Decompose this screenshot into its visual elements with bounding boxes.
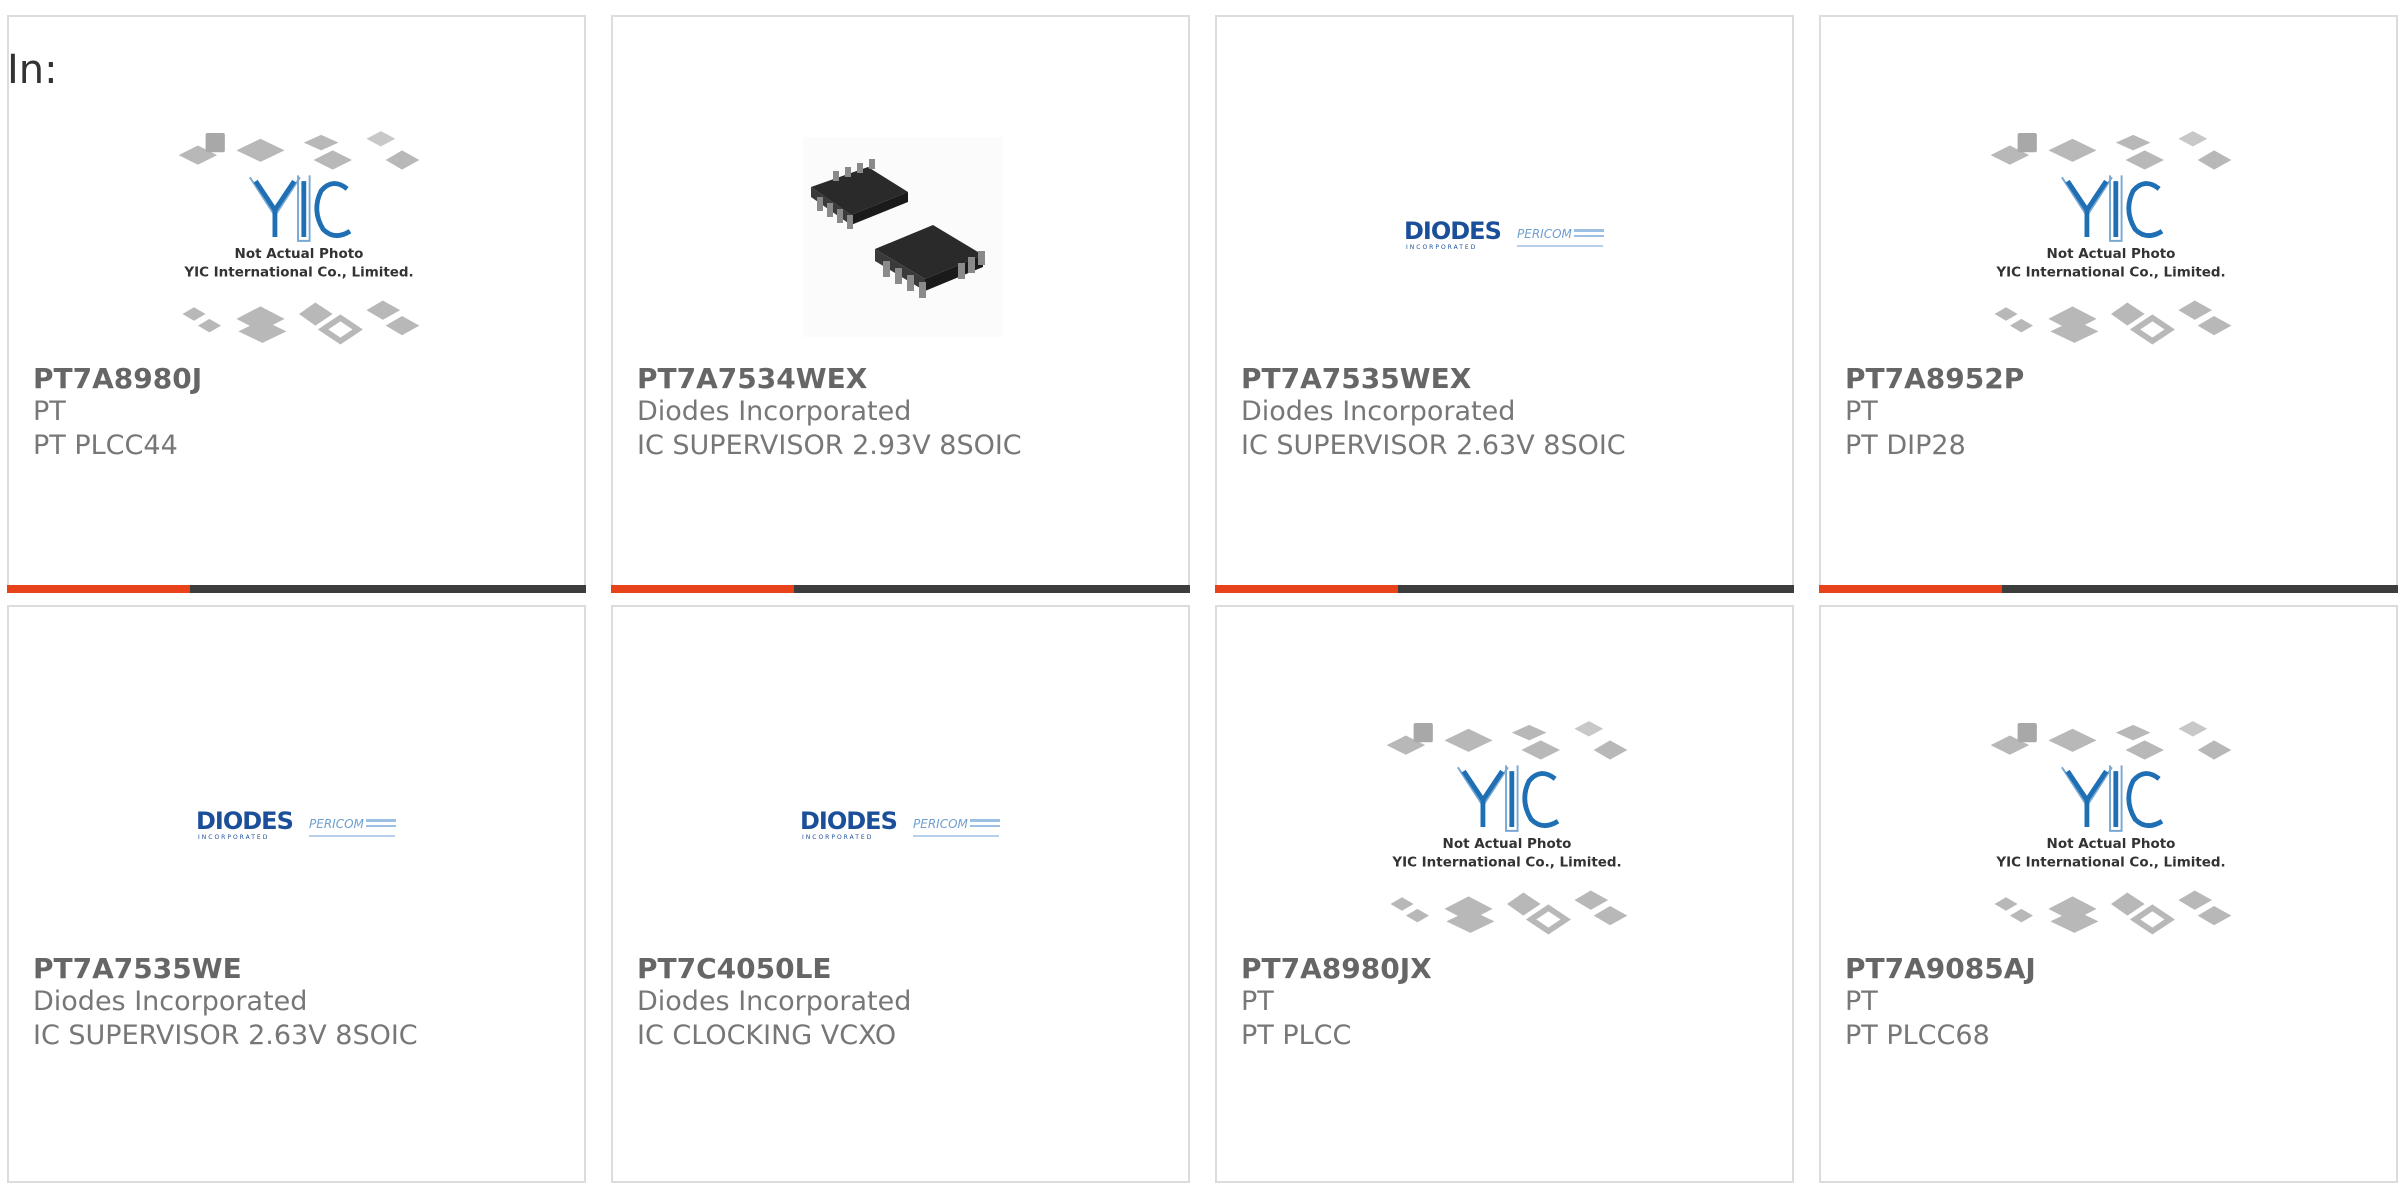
product-card[interactable]: Not Actual Photo YIC International Co., … bbox=[1215, 605, 1794, 1183]
svg-text:DIODES: DIODES bbox=[1404, 217, 1501, 245]
part-number: PT7A9085AJ bbox=[1845, 952, 2036, 985]
part-number: PT7A8980J bbox=[33, 362, 203, 395]
svg-text:INCORPORATED: INCORPORATED bbox=[1406, 244, 1477, 251]
description: IC SUPERVISOR 2.63V 8SOIC bbox=[1241, 430, 1626, 461]
product-card[interactable]: DIODES INCORPORATED PERICOM PT7A7535WEX … bbox=[1215, 15, 1794, 593]
product-image: DIODES INCORPORATED PERICOM bbox=[773, 697, 1033, 957]
product-card[interactable]: DIODES INCORPORATED PERICOM PT7C4050LE D… bbox=[611, 605, 1190, 1183]
svg-text:Not Actual Photo: Not Actual Photo bbox=[1443, 836, 1572, 852]
card-bar bbox=[7, 585, 586, 593]
product-card[interactable]: Not Actual Photo YIC International Co., … bbox=[1819, 605, 2398, 1183]
product-image bbox=[773, 107, 1033, 367]
product-image: DIODES INCORPORATED PERICOM bbox=[169, 697, 429, 957]
card-bar bbox=[611, 585, 1190, 593]
svg-text:YIC International Co., Limited: YIC International Co., Limited. bbox=[183, 264, 413, 280]
svg-text:Not Actual Photo: Not Actual Photo bbox=[235, 246, 364, 262]
yic-placeholder-image: Not Actual Photo YIC International Co., … bbox=[1990, 131, 2232, 345]
product-card[interactable]: DIODES INCORPORATED PERICOM PT7A7535WE D… bbox=[7, 605, 586, 1183]
in-label: In: bbox=[7, 47, 58, 93]
svg-text:PERICOM: PERICOM bbox=[1517, 227, 1573, 241]
card-bar bbox=[1819, 585, 2398, 593]
part-number: PT7A7534WEX bbox=[637, 362, 868, 395]
product-card[interactable]: Not Actual Photo YIC International Co., … bbox=[1819, 15, 2398, 593]
manufacturer: PT bbox=[33, 396, 66, 427]
yic-placeholder-image: Not Actual Photo YIC International Co., … bbox=[1386, 721, 1628, 935]
manufacturer: Diodes Incorporated bbox=[637, 396, 912, 427]
diodes-logo-image: DIODES INCORPORATED PERICOM bbox=[800, 807, 1000, 841]
manufacturer: Diodes Incorporated bbox=[637, 986, 912, 1017]
svg-text:Not Actual Photo: Not Actual Photo bbox=[2047, 246, 2176, 262]
manufacturer: PT bbox=[1845, 396, 1878, 427]
svg-text:PERICOM: PERICOM bbox=[913, 817, 969, 831]
description: PT PLCC68 bbox=[1845, 1020, 1990, 1051]
diodes-logo-image: DIODES INCORPORATED PERICOM bbox=[1404, 217, 1604, 251]
yic-placeholder-image: Not Actual Photo YIC International Co., … bbox=[178, 131, 420, 345]
part-number: PT7C4050LE bbox=[637, 952, 832, 985]
part-number: PT7A8952P bbox=[1845, 362, 2025, 395]
product-image: Not Actual Photo YIC International Co., … bbox=[1981, 107, 2241, 367]
soic8-chip-image bbox=[803, 137, 1003, 337]
svg-text:INCORPORATED: INCORPORATED bbox=[802, 834, 873, 841]
svg-text:YIC International Co., Limited: YIC International Co., Limited. bbox=[1391, 854, 1621, 870]
description: PT PLCC bbox=[1241, 1020, 1352, 1051]
description: IC CLOCKING VCXO bbox=[637, 1020, 897, 1051]
svg-text:PERICOM: PERICOM bbox=[309, 817, 365, 831]
svg-text:Not Actual Photo: Not Actual Photo bbox=[2047, 836, 2176, 852]
product-card[interactable]: Not Actual Photo YIC International Co., … bbox=[7, 15, 586, 593]
manufacturer: PT bbox=[1241, 986, 1274, 1017]
svg-text:DIODES: DIODES bbox=[800, 807, 897, 835]
manufacturer: Diodes Incorporated bbox=[1241, 396, 1516, 427]
part-number: PT7A7535WE bbox=[33, 952, 242, 985]
manufacturer: Diodes Incorporated bbox=[33, 986, 308, 1017]
diodes-logo-image: DIODES INCORPORATED PERICOM bbox=[196, 807, 396, 841]
product-image: DIODES INCORPORATED PERICOM bbox=[1377, 107, 1637, 367]
product-image: Not Actual Photo YIC International Co., … bbox=[1981, 697, 2241, 957]
description: PT PLCC44 bbox=[33, 430, 178, 461]
svg-text:YIC International Co., Limited: YIC International Co., Limited. bbox=[1995, 264, 2225, 280]
svg-text:INCORPORATED: INCORPORATED bbox=[198, 834, 269, 841]
part-number: PT7A7535WEX bbox=[1241, 362, 1472, 395]
card-bar bbox=[1215, 585, 1794, 593]
product-image: Not Actual Photo YIC International Co., … bbox=[169, 107, 429, 367]
description: IC SUPERVISOR 2.93V 8SOIC bbox=[637, 430, 1022, 461]
svg-text:YIC International Co., Limited: YIC International Co., Limited. bbox=[1995, 854, 2225, 870]
manufacturer: PT bbox=[1845, 986, 1878, 1017]
part-number: PT7A8980JX bbox=[1241, 952, 1432, 985]
product-card[interactable]: PT7A7534WEX Diodes Incorporated IC SUPER… bbox=[611, 15, 1190, 593]
description: IC SUPERVISOR 2.63V 8SOIC bbox=[33, 1020, 418, 1051]
product-image: Not Actual Photo YIC International Co., … bbox=[1377, 697, 1637, 957]
description: PT DIP28 bbox=[1845, 430, 1966, 461]
yic-placeholder-image: Not Actual Photo YIC International Co., … bbox=[1990, 721, 2232, 935]
svg-text:DIODES: DIODES bbox=[196, 807, 293, 835]
